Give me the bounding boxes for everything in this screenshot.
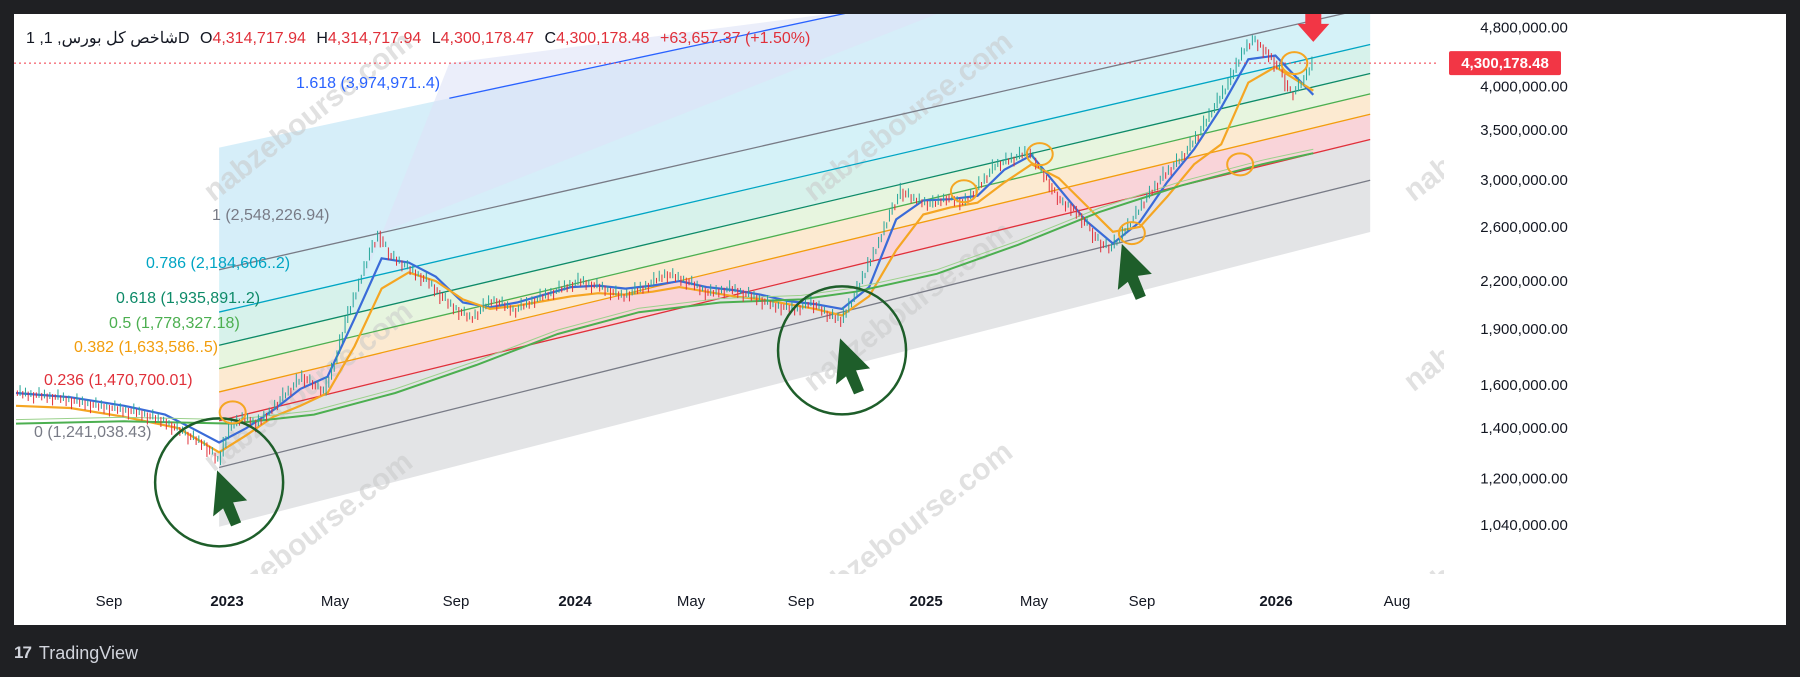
fib-label: 0 (1,241,038.43) — [34, 424, 151, 441]
open-value: 4,314,717.94 — [212, 30, 306, 47]
ohlc-legend: 1 ,شاخص کل بورس, 1D O4,314,717.94 H4,314… — [26, 28, 810, 48]
fib-label: 0.5 (1,778,327.18) — [109, 315, 240, 332]
y-tick-label: 3,000,000.00 — [1480, 172, 1568, 189]
x-tick-label: Sep — [788, 593, 815, 610]
low-label: L — [431, 30, 441, 47]
y-tick-label: 2,600,000.00 — [1480, 219, 1568, 236]
x-tick-label: May — [1020, 593, 1049, 610]
fib-label: 0.786 (2,184,606..2) — [146, 255, 290, 272]
fib-label: 0.382 (1,633,586..5) — [74, 339, 218, 356]
tradingview-logo-icon[interactable]: 17 — [14, 643, 32, 663]
y-tick-label: 1,900,000.00 — [1480, 321, 1568, 338]
y-tick-label: 1,400,000.00 — [1480, 420, 1568, 437]
y-tick-label: 1,200,000.00 — [1480, 470, 1568, 487]
low-value: 4,300,178.47 — [440, 30, 535, 47]
x-tick-label: Sep — [96, 593, 123, 610]
last-price-label: 4,300,178.48 — [1461, 55, 1549, 72]
chart-frame[interactable]: nabzebourse.com nabzebourse.com nabzebours… — [14, 14, 1786, 625]
open-label: O — [199, 30, 213, 47]
y-tick-label: 4,800,000.00 — [1480, 19, 1568, 36]
high-value: 4,314,717.94 — [327, 30, 422, 47]
close-value: 4,300,178.48 — [556, 30, 650, 47]
x-tick-label: Aug — [1384, 593, 1411, 610]
x-tick-label: Sep — [1129, 593, 1156, 610]
y-tick-label: 3,500,000.00 — [1480, 122, 1568, 139]
x-tick-label: 2024 — [558, 593, 592, 610]
fib-label: 0.618 (1,935,891..2) — [116, 290, 260, 307]
x-tick-label: 2026 — [1259, 593, 1292, 610]
price-chart[interactable]: nabzebourse.com nabzebourse.comnabzebours… — [14, 14, 1786, 625]
x-tick-label: May — [677, 593, 706, 610]
y-tick-label: 1,040,000.00 — [1480, 517, 1568, 534]
symbol-name[interactable]: 1 ,شاخص کل بورس, 1D — [26, 30, 190, 47]
y-tick-label: 2,200,000.00 — [1480, 273, 1568, 290]
close-label: C — [544, 30, 557, 47]
footer-branding: 17 TradingView — [14, 636, 138, 670]
x-tick-label: 2023 — [210, 593, 243, 610]
fib-label: 0.236 (1,470,700.01) — [44, 372, 193, 389]
x-axis-bg — [14, 574, 1786, 625]
change-value: +63,657.37 (+1.50%) — [659, 30, 811, 47]
y-tick-label: 1,600,000.00 — [1480, 377, 1568, 394]
x-tick-label: 2025 — [909, 593, 942, 610]
high-label: H — [316, 30, 328, 47]
fib-label: 1 (2,548,226.94) — [212, 207, 329, 224]
y-tick-label: 4,000,000.00 — [1480, 79, 1568, 96]
x-tick-label: May — [321, 593, 350, 610]
fib-label: 1.618 (3,974,971..4) — [296, 75, 440, 92]
tradingview-name[interactable]: TradingView — [39, 643, 138, 664]
x-tick-label: Sep — [443, 593, 470, 610]
